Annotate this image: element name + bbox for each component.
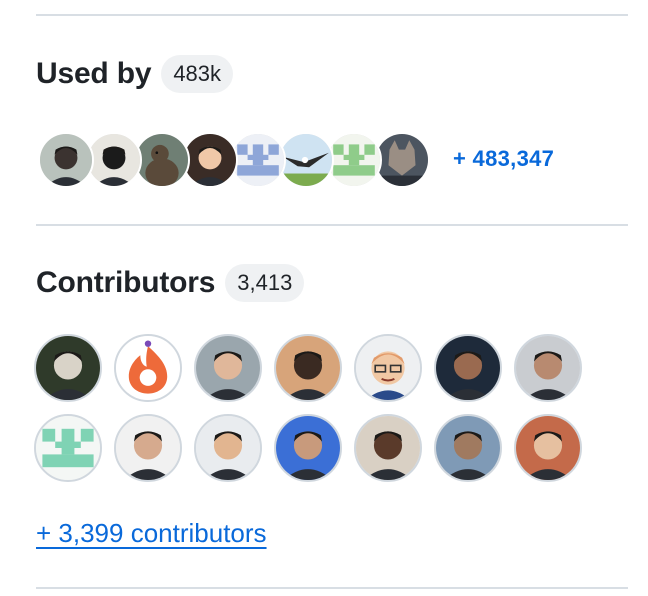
- contributor-avatar[interactable]: [514, 334, 582, 402]
- contributors-avatar-grid: [34, 334, 582, 482]
- used-by-count-badge: 483k: [161, 55, 234, 93]
- contributor-avatar[interactable]: [514, 414, 582, 482]
- contributor-avatar[interactable]: [194, 334, 262, 402]
- contributor-avatar[interactable]: [274, 334, 342, 402]
- contributors-title[interactable]: Contributors: [36, 266, 215, 300]
- dependent-avatar[interactable]: [38, 132, 94, 188]
- dependent-avatar[interactable]: [182, 132, 238, 188]
- used-by-more-link[interactable]: + 483,347: [453, 146, 554, 172]
- bottom-divider: [36, 587, 628, 589]
- contributor-avatar[interactable]: [114, 414, 182, 482]
- identicon-icon[interactable]: [34, 414, 102, 482]
- contributor-avatar[interactable]: [274, 414, 342, 482]
- used-by-title[interactable]: Used by: [36, 57, 152, 91]
- wolf-avatar-icon[interactable]: [374, 132, 430, 188]
- eagle-avatar-icon[interactable]: [278, 132, 334, 188]
- middle-divider: [36, 224, 628, 226]
- contributor-avatar[interactable]: [34, 334, 102, 402]
- contributor-avatar[interactable]: [194, 414, 262, 482]
- dependent-avatar[interactable]: [86, 132, 142, 188]
- contributor-avatar[interactable]: [434, 414, 502, 482]
- used-by-avatar-stack[interactable]: [38, 130, 430, 190]
- identicon-icon[interactable]: [230, 132, 286, 188]
- otter-avatar-icon[interactable]: [134, 132, 190, 188]
- contributor-avatar[interactable]: [434, 334, 502, 402]
- used-by-header: Used by 483k: [36, 55, 234, 93]
- contributor-avatar[interactable]: [354, 414, 422, 482]
- contributors-header: Contributors 3,413: [36, 264, 305, 302]
- more-contributors-link[interactable]: + 3,399 contributors: [36, 518, 267, 549]
- cartoon-avatar-icon[interactable]: [354, 334, 422, 402]
- contributors-count-badge: 3,413: [225, 264, 305, 302]
- top-divider: [36, 14, 628, 16]
- identicon-icon[interactable]: [326, 132, 382, 188]
- flame-logo-icon[interactable]: [114, 334, 182, 402]
